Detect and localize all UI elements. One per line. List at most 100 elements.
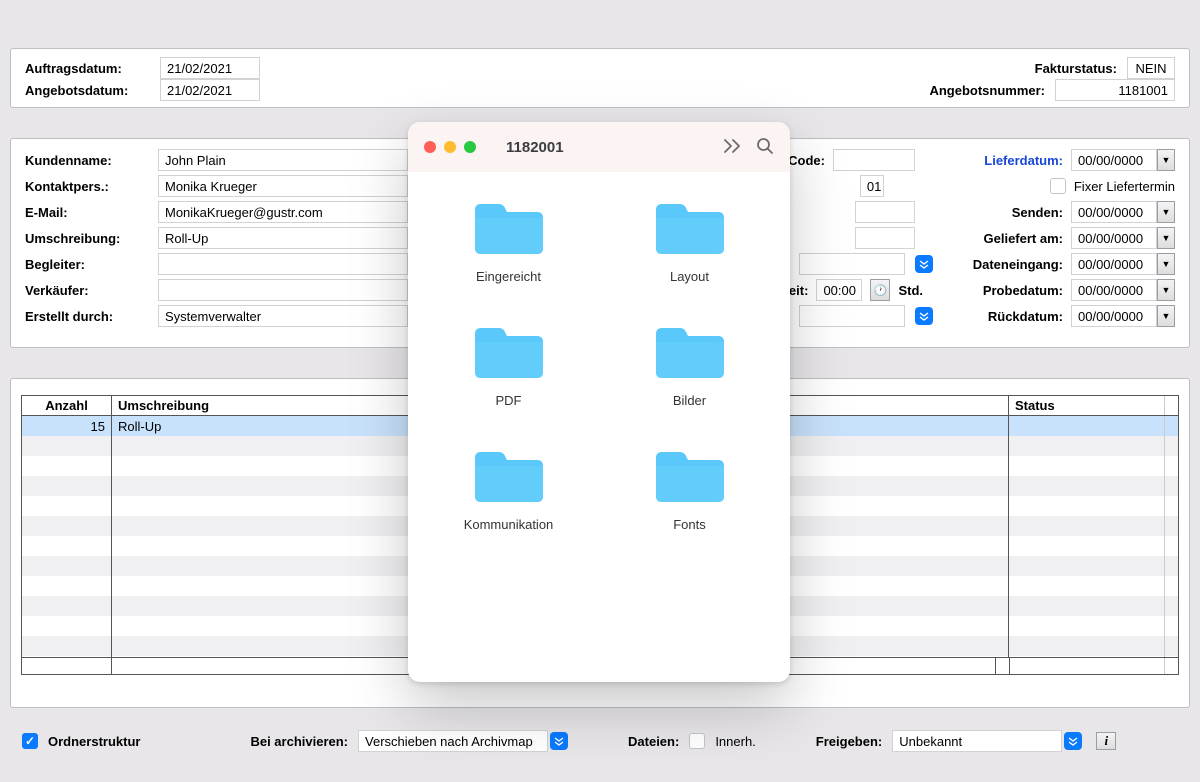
window-maximize-button[interactable] [464, 141, 476, 153]
folder-item[interactable]: Kommunikation [436, 448, 581, 532]
chevron-down-icon[interactable] [915, 307, 933, 325]
cell-status [1009, 476, 1164, 496]
finder-title: 1182001 [506, 139, 564, 156]
chevron-down-icon[interactable] [915, 255, 933, 273]
zeit-field[interactable]: 00:00 [816, 279, 862, 301]
clock-icon[interactable]: 🕐 [870, 279, 890, 301]
cell-status [1009, 536, 1164, 556]
kundenname-field[interactable]: John Plain [158, 149, 408, 171]
email-field[interactable]: MonikaKrueger@gustr.com [158, 201, 408, 223]
cell-status [1009, 516, 1164, 536]
cell-status [1009, 576, 1164, 596]
archivieren-label: Bei archivieren: [250, 734, 348, 749]
cell-status [1009, 496, 1164, 516]
hidden-field-1[interactable] [855, 201, 915, 223]
fakturstatus-label: Fakturstatus: [1035, 61, 1117, 76]
senden-field[interactable]: 00/00/0000 ▼ [1071, 201, 1175, 223]
chevron-down-icon[interactable]: ▼ [1157, 201, 1175, 223]
fixer-liefertermin-checkbox[interactable] [1050, 178, 1066, 194]
hidden-field-2[interactable] [855, 227, 915, 249]
folder-icon [471, 324, 547, 385]
chevron-down-icon[interactable]: ▼ [1157, 253, 1175, 275]
dateien-checkbox[interactable] [689, 733, 705, 749]
verkaufer-field[interactable] [158, 279, 408, 301]
window-minimize-button[interactable] [444, 141, 456, 153]
cell-anzahl [22, 576, 112, 596]
code-label: Code: [788, 153, 825, 168]
verkaufer-label: Verkäufer: [25, 283, 150, 298]
folder-icon [471, 448, 547, 509]
fakturstatus-field[interactable]: NEIN [1127, 57, 1175, 79]
freigeben-select[interactable]: Unbekannt [892, 730, 1082, 752]
folder-label: Eingereicht [476, 269, 541, 284]
chevron-down-icon[interactable] [1064, 732, 1082, 750]
umschreibung-field[interactable]: Roll-Up [158, 227, 408, 249]
cell-anzahl [22, 476, 112, 496]
ruckdatum-label: Rückdatum: [967, 309, 1063, 324]
cell-anzahl [22, 616, 112, 636]
lieferdatum-field[interactable]: 00/00/0000 ▼ [1071, 149, 1175, 171]
hidden-dropdown-2[interactable] [799, 305, 905, 327]
partial-field[interactable]: 01 [860, 175, 884, 197]
folder-item[interactable]: Layout [617, 200, 762, 284]
erstellt-label: Erstellt durch: [25, 309, 150, 324]
folder-icon [652, 200, 728, 261]
folder-label: Bilder [673, 393, 706, 408]
ruckdatum-field[interactable]: 00/00/0000 ▼ [1071, 305, 1175, 327]
cell-status [1009, 456, 1164, 476]
probedatum-field[interactable]: 00/00/0000 ▼ [1071, 279, 1175, 301]
info-button[interactable]: i [1096, 732, 1116, 750]
geliefert-label: Geliefert am: [967, 231, 1063, 246]
cell-status [1009, 416, 1164, 436]
kundenname-label: Kundenname: [25, 153, 150, 168]
cell-status [1009, 596, 1164, 616]
folder-icon [471, 200, 547, 261]
cell-anzahl [22, 516, 112, 536]
chevron-down-icon[interactable] [550, 732, 568, 750]
std-label: Std. [898, 283, 923, 298]
auftragsdatum-label: Auftragsdatum: [25, 61, 150, 76]
cell-anzahl [22, 436, 112, 456]
dateneingang-field[interactable]: 00/00/0000 ▼ [1071, 253, 1175, 275]
begleiter-label: Begleiter: [25, 257, 150, 272]
hidden-dropdown-1[interactable] [799, 253, 905, 275]
begleiter-field[interactable] [158, 253, 408, 275]
chevron-right-double-icon[interactable] [722, 138, 742, 157]
kontaktpers-label: Kontaktpers.: [25, 179, 150, 194]
folder-item[interactable]: PDF [436, 324, 581, 408]
code-field[interactable] [833, 149, 915, 171]
chevron-down-icon[interactable]: ▼ [1157, 305, 1175, 327]
cell-status [1009, 436, 1164, 456]
col-anzahl[interactable]: Anzahl [22, 396, 112, 415]
angebotsdatum-label: Angebotsdatum: [25, 83, 150, 98]
cell-anzahl [22, 596, 112, 616]
folder-item[interactable]: Eingereicht [436, 200, 581, 284]
archivieren-select[interactable]: Verschieben nach Archivmap [358, 730, 568, 752]
folder-item[interactable]: Bilder [617, 324, 762, 408]
ordnerstruktur-checkbox[interactable] [22, 733, 38, 749]
cell-anzahl [22, 456, 112, 476]
lieferdatum-label: Lieferdatum: [967, 153, 1063, 168]
fixer-liefertermin-label: Fixer Liefertermin [1074, 179, 1175, 194]
dateien-label: Dateien: [628, 734, 679, 749]
window-close-button[interactable] [424, 141, 436, 153]
angebotsnummer-field[interactable]: 1181001 [1055, 79, 1175, 101]
cell-anzahl: 15 [22, 416, 112, 436]
cell-anzahl [22, 636, 112, 656]
ordnerstruktur-label: Ordnerstruktur [48, 734, 140, 749]
auftragsdatum-field[interactable]: 21/02/2021 [160, 57, 260, 79]
cell-status [1009, 636, 1164, 656]
search-icon[interactable] [756, 137, 774, 158]
folder-item[interactable]: Fonts [617, 448, 762, 532]
erstellt-field[interactable]: Systemverwalter [158, 305, 408, 327]
chevron-down-icon[interactable]: ▼ [1157, 227, 1175, 249]
angebotsdatum-field[interactable]: 21/02/2021 [160, 79, 260, 101]
kontaktpers-field[interactable]: Monika Krueger [158, 175, 408, 197]
finder-window[interactable]: 1182001 Eingereicht Layout PDF Bilder Kommun… [408, 122, 790, 682]
chevron-down-icon[interactable]: ▼ [1157, 279, 1175, 301]
geliefert-field[interactable]: 00/00/0000 ▼ [1071, 227, 1175, 249]
col-status[interactable]: Status [1009, 396, 1164, 415]
cell-status [1009, 556, 1164, 576]
chevron-down-icon[interactable]: ▼ [1157, 149, 1175, 171]
finder-titlebar[interactable]: 1182001 [408, 122, 790, 172]
